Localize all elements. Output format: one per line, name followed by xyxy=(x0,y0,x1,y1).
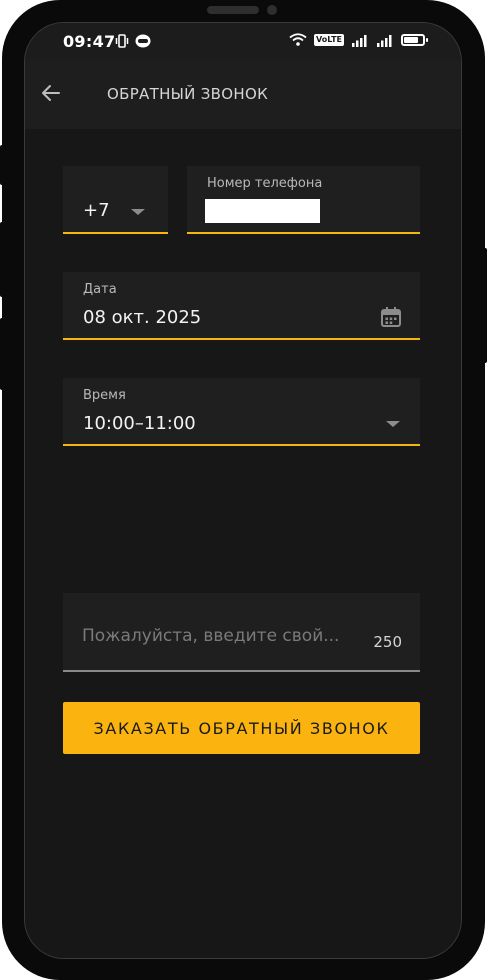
vibrate-icon xyxy=(115,34,129,48)
screen: 09:47 VoLTE ОБРАТНЫЙ ЗВОНОК +7 Номер тел… xyxy=(24,22,462,959)
app-icon xyxy=(135,34,151,48)
phone-power-button xyxy=(481,248,487,363)
status-icons-left xyxy=(115,34,151,48)
order-callback-button[interactable]: ЗАКАЗАТЬ ОБРАТНЫЙ ЗВОНОК xyxy=(63,702,420,754)
chevron-down-icon xyxy=(386,421,400,427)
chevron-down-icon xyxy=(131,209,145,215)
phone-number-field[interactable]: Номер телефона xyxy=(187,166,420,234)
phone-camera xyxy=(267,5,277,15)
volte-icon: VoLTE xyxy=(314,34,344,46)
phone-number-redacted xyxy=(205,199,320,223)
time-value: 10:00–11:00 xyxy=(83,413,196,434)
country-code-value: +7 xyxy=(83,200,110,221)
battery-icon xyxy=(401,34,428,46)
time-select[interactable]: Время 10:00–11:00 xyxy=(63,378,420,446)
status-bar: 09:47 VoLTE xyxy=(25,23,461,61)
date-label: Дата xyxy=(83,282,117,297)
character-counter: 250 xyxy=(373,633,402,651)
status-icons-right: VoLTE xyxy=(289,33,428,47)
arrow-left-icon[interactable] xyxy=(39,81,63,105)
phone-number-label: Номер телефона xyxy=(207,176,323,191)
phone-side-button xyxy=(0,145,6,185)
date-value: 08 окт. 2025 xyxy=(83,307,202,328)
phone-volume-button xyxy=(0,318,6,390)
country-code-select[interactable]: +7 xyxy=(63,166,168,234)
time-label: Время xyxy=(83,388,126,403)
phone-speaker xyxy=(207,6,259,14)
battery-level xyxy=(404,37,418,43)
date-field[interactable]: Дата 08 окт. 2025 xyxy=(63,272,420,340)
comment-field[interactable]: Пожалуйста, введите свой... 250 xyxy=(63,593,420,672)
signal-icon xyxy=(377,34,392,47)
calendar-icon[interactable] xyxy=(380,306,402,328)
app-bar: ОБРАТНЫЙ ЗВОНОК xyxy=(25,61,461,129)
phone-volume-button xyxy=(0,222,6,297)
callback-form: +7 Номер телефона Дата 08 окт. 2025 Врем… xyxy=(25,129,461,958)
signal-icon xyxy=(352,34,367,47)
comment-placeholder: Пожалуйста, введите свой... xyxy=(82,626,340,646)
status-time: 09:47 xyxy=(63,32,116,51)
page-title: ОБРАТНЫЙ ЗВОНОК xyxy=(107,85,269,103)
wifi-icon xyxy=(289,33,307,46)
